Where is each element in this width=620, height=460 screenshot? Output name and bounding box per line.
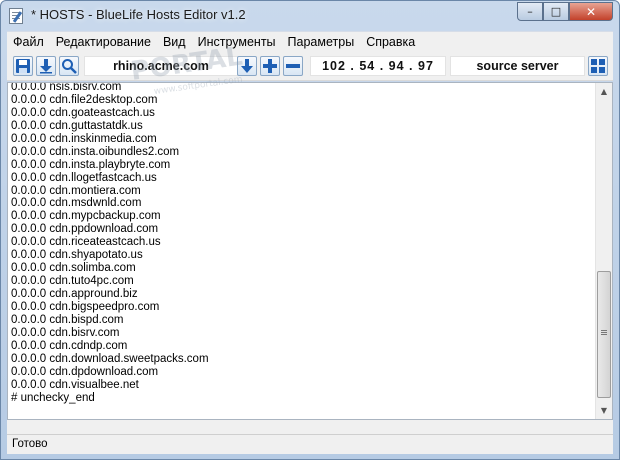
move-down-button[interactable] <box>237 56 257 76</box>
menu-edit[interactable]: Редактирование <box>50 32 157 52</box>
hosts-line[interactable]: 0.0.0.0 cdn.guttastatdk.us <box>11 120 591 133</box>
hosts-line[interactable]: 0.0.0.0 cdn.insta.playbryte.com <box>11 159 591 172</box>
search-button[interactable] <box>59 56 79 76</box>
save-icon <box>16 59 30 73</box>
hosts-line[interactable]: 0.0.0.0 nsis.bisrv.com <box>11 83 591 94</box>
hosts-lines[interactable]: 0.0.0.0 nsis.bisrv.com 0.0.0.0 cdn.file2d… <box>11 83 591 405</box>
grid-button[interactable] <box>588 56 608 76</box>
app-window: * HOSTS - BlueLife Hosts Editor v1.2 – □… <box>0 0 620 460</box>
hosts-line[interactable]: 0.0.0.0 cdn.bisrv.com <box>11 327 591 340</box>
notepad-icon <box>9 8 23 24</box>
hosts-line[interactable]: 0.0.0.0 cdn.inskinmedia.com <box>11 133 591 146</box>
hosts-line[interactable]: 0.0.0.0 cdn.cdndp.com <box>11 340 591 353</box>
vertical-scrollbar[interactable]: ▲ ▼ <box>595 83 612 419</box>
close-button[interactable]: ✕ <box>569 2 613 21</box>
scroll-down-icon[interactable]: ▼ <box>596 402 612 419</box>
status-bar: Готово <box>7 434 613 454</box>
ip-address-field[interactable]: 102 . 54 . 94 . 97 <box>310 56 446 76</box>
hosts-line[interactable]: 0.0.0.0 cdn.riceateastcach.us <box>11 236 591 249</box>
scroll-thumb[interactable] <box>597 271 611 398</box>
caption-buttons: – □ ✕ <box>517 2 613 21</box>
menu-view[interactable]: Вид <box>157 32 192 52</box>
grid-icon <box>591 59 605 73</box>
status-text: Готово <box>12 438 48 450</box>
add-button[interactable] <box>260 56 280 76</box>
hosts-line[interactable]: 0.0.0.0 cdn.msdwnld.com <box>11 197 591 210</box>
hosts-line[interactable]: 0.0.0.0 cdn.bigspeedpro.com <box>11 301 591 314</box>
download-icon <box>40 59 52 74</box>
menu-tools[interactable]: Инструменты <box>192 32 282 52</box>
toolbar: rhino.acme.com 102 . 54 . 94 . 97 source… <box>7 51 613 81</box>
add-icon <box>263 59 277 73</box>
menu-settings[interactable]: Параметры <box>282 32 361 52</box>
title-bar[interactable]: * HOSTS - BlueLife Hosts Editor v1.2 – □… <box>1 1 619 30</box>
hosts-line[interactable]: 0.0.0.0 cdn.solimba.com <box>11 262 591 275</box>
hosts-line[interactable]: 0.0.0.0 cdn.bispd.com <box>11 314 591 327</box>
hosts-editor[interactable]: 0.0.0.0 nsis.bisrv.com 0.0.0.0 cdn.file2d… <box>7 82 613 420</box>
menu-help[interactable]: Справка <box>360 32 421 52</box>
download-button[interactable] <box>36 56 56 76</box>
hosts-line[interactable]: 0.0.0.0 cdn.goateastcach.us <box>11 107 591 120</box>
editor-bottom-margin <box>7 420 613 434</box>
menu-file[interactable]: Файл <box>7 32 50 52</box>
search-icon <box>62 59 77 74</box>
hosts-line[interactable]: 0.0.0.0 cdn.montiera.com <box>11 185 591 198</box>
source-field[interactable]: source server <box>450 56 585 76</box>
hosts-line[interactable]: # unchecky_end <box>11 392 591 405</box>
minimize-button[interactable]: – <box>517 2 543 21</box>
hosts-line[interactable]: 0.0.0.0 cdn.appround.biz <box>11 288 591 301</box>
save-button[interactable] <box>13 56 33 76</box>
menu-bar: Файл Редактирование Вид Инструменты Пара… <box>7 31 613 51</box>
window-title: * HOSTS - BlueLife Hosts Editor v1.2 <box>31 7 246 22</box>
maximize-button[interactable]: □ <box>543 2 569 21</box>
move-down-icon <box>241 59 253 73</box>
scroll-up-icon[interactable]: ▲ <box>596 83 612 100</box>
hostname-field[interactable]: rhino.acme.com <box>84 56 238 76</box>
remove-icon <box>286 64 300 68</box>
hosts-line[interactable]: 0.0.0.0 cdn.file2desktop.com <box>11 94 591 107</box>
hosts-line[interactable]: 0.0.0.0 cdn.llogetfastcach.us <box>11 172 591 185</box>
hosts-line[interactable]: 0.0.0.0 cdn.tuto4pc.com <box>11 275 591 288</box>
hosts-line[interactable]: 0.0.0.0 cdn.download.sweetpacks.com <box>11 353 591 366</box>
hosts-line[interactable]: 0.0.0.0 cdn.dpdownload.com <box>11 366 591 379</box>
hosts-line[interactable]: 0.0.0.0 cdn.visualbee.net <box>11 379 591 392</box>
hosts-line[interactable]: 0.0.0.0 cdn.shyapotato.us <box>11 249 591 262</box>
hosts-line[interactable]: 0.0.0.0 cdn.insta.oibundles2.com <box>11 146 591 159</box>
remove-button[interactable] <box>283 56 303 76</box>
hosts-line[interactable]: 0.0.0.0 cdn.ppdownload.com <box>11 223 591 236</box>
hosts-line[interactable]: 0.0.0.0 cdn.mypcbackup.com <box>11 210 591 223</box>
